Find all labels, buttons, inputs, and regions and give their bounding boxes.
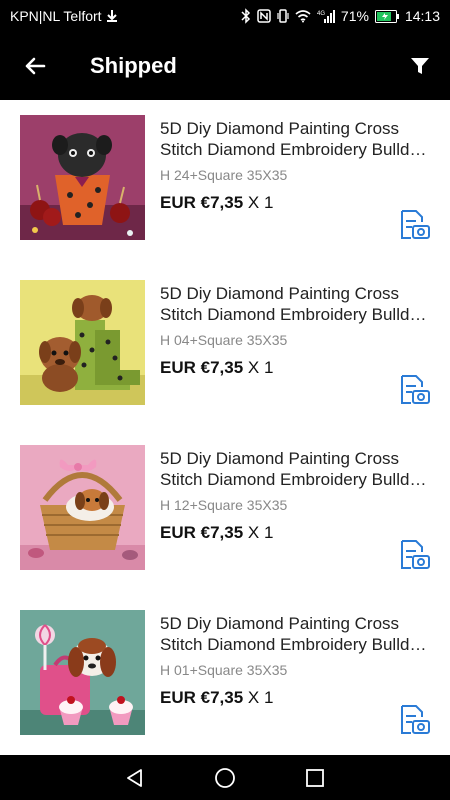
order-item[interactable]: 5D Diy Diamond Painting Cross Stitch Dia… xyxy=(0,595,450,755)
photo-review-icon xyxy=(401,210,430,239)
wifi-icon xyxy=(295,10,311,23)
battery-percent: 71% xyxy=(340,8,369,24)
page-title: Shipped xyxy=(90,53,177,78)
vibrate-icon xyxy=(277,9,289,23)
nav-back-button[interactable] xyxy=(115,758,155,798)
order-item[interactable]: 5D Diy Diamond Painting Cross Stitch Dia… xyxy=(0,100,450,265)
product-variant: H 24+Square 35X35 xyxy=(160,167,288,183)
status-bar: KPN|NL Telfort 4G 71% 14:13 xyxy=(0,0,450,32)
puppy-with-cupcakes-painting xyxy=(20,610,145,735)
product-name[interactable]: 5D Diy Diamond Painting Cross Stitch Dia… xyxy=(160,613,435,655)
filter-icon xyxy=(411,58,429,74)
photo-review-button[interactable] xyxy=(398,538,432,572)
product-name[interactable]: 5D Diy Diamond Painting Cross Stitch Dia… xyxy=(160,448,435,490)
product-variant: H 04+Square 35X35 xyxy=(160,332,288,348)
product-image[interactable] xyxy=(20,115,145,240)
bluetooth-icon xyxy=(241,8,250,24)
status-right: 4G 71% 14:13 xyxy=(241,8,440,24)
svg-text:4G: 4G xyxy=(317,11,325,17)
pug-in-pot-painting xyxy=(20,115,145,240)
quantity: X 1 xyxy=(243,688,274,707)
product-name[interactable]: 5D Diy Diamond Painting Cross Stitch Dia… xyxy=(160,118,435,160)
system-nav-bar xyxy=(0,755,450,800)
product-variant: H 12+Square 35X35 xyxy=(160,497,288,513)
nav-home-button[interactable] xyxy=(205,758,245,798)
square-recent-icon xyxy=(306,768,324,787)
product-image[interactable] xyxy=(20,445,145,570)
price-amount: EUR €7,35 xyxy=(160,358,244,377)
photo-review-icon xyxy=(401,540,430,569)
nav-recent-button[interactable] xyxy=(295,758,335,798)
signal-icon: 4G xyxy=(317,10,335,23)
product-image[interactable] xyxy=(20,280,145,405)
photo-review-button[interactable] xyxy=(398,208,432,242)
price-amount: EUR €7,35 xyxy=(160,688,244,707)
download-icon xyxy=(106,10,117,22)
product-price: EUR €7,35 X 1 xyxy=(160,193,273,213)
filter-button[interactable] xyxy=(404,50,436,82)
carrier-label: KPN|NL Telfort xyxy=(10,8,102,24)
order-item[interactable]: 5D Diy Diamond Painting Cross Stitch Dia… xyxy=(0,265,450,430)
arrow-left-icon xyxy=(25,57,46,75)
clock: 14:13 xyxy=(404,8,440,24)
puppy-in-basket-painting xyxy=(20,445,145,570)
app-bar: Shipped xyxy=(0,32,450,100)
photo-review-icon xyxy=(401,705,430,734)
product-name[interactable]: 5D Diy Diamond Painting Cross Stitch Dia… xyxy=(160,283,435,325)
circle-home-icon xyxy=(215,767,235,788)
price-amount: EUR €7,35 xyxy=(160,523,244,542)
product-price: EUR €7,35 X 1 xyxy=(160,358,273,378)
price-amount: EUR €7,35 xyxy=(160,193,244,212)
product-image[interactable] xyxy=(20,610,145,735)
battery-icon xyxy=(374,9,399,23)
triangle-back-icon xyxy=(127,768,142,787)
product-price: EUR €7,35 X 1 xyxy=(160,523,273,543)
photo-review-button[interactable] xyxy=(398,373,432,407)
order-item[interactable]: 5D Diy Diamond Painting Cross Stitch Dia… xyxy=(0,430,450,595)
puppies-with-boots-painting xyxy=(20,280,145,405)
quantity: X 1 xyxy=(243,523,274,542)
nfc-icon xyxy=(257,9,271,23)
photo-review-button[interactable] xyxy=(398,703,432,737)
back-button[interactable] xyxy=(0,32,70,100)
photo-review-icon xyxy=(401,375,430,404)
product-price: EUR €7,35 X 1 xyxy=(160,688,273,708)
product-variant: H 01+Square 35X35 xyxy=(160,662,288,678)
order-list: 5D Diy Diamond Painting Cross Stitch Dia… xyxy=(0,100,450,755)
quantity: X 1 xyxy=(243,193,274,212)
status-left: KPN|NL Telfort xyxy=(10,8,118,24)
quantity: X 1 xyxy=(243,358,274,377)
